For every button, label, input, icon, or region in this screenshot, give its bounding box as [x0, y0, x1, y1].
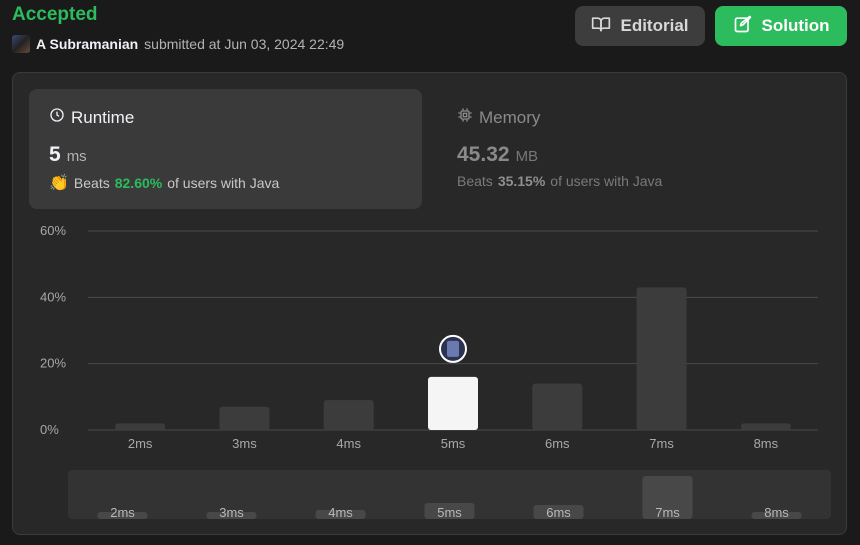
- solution-label: Solution: [761, 16, 830, 35]
- y-tick-label: 40%: [40, 289, 66, 304]
- bar[interactable]: [219, 406, 270, 430]
- username-link[interactable]: A Subramanian: [36, 36, 138, 52]
- status-accepted: Accepted: [12, 4, 98, 25]
- mini-tick-label: 2ms: [110, 505, 135, 520]
- x-tick-label: 6ms: [545, 436, 570, 451]
- chart-svg: 0% 20% 40% 60% 2ms 3ms 4ms 5ms 6ms 7ms 8ms 2ms 3ms 4m…: [40, 223, 831, 520]
- x-tick-label: 5ms: [441, 436, 466, 451]
- bar[interactable]: [532, 383, 583, 430]
- bar[interactable]: [115, 423, 166, 430]
- edit-icon: [733, 14, 753, 39]
- runtime-distribution-chart: 0% 20% 40% 60% 2ms 3ms 4ms 5ms 6ms 7ms 8ms 2ms 3ms 4m…: [13, 73, 848, 536]
- x-tick-label: 2ms: [128, 436, 153, 451]
- bar[interactable]: [740, 423, 791, 430]
- x-tick-label: 4ms: [336, 436, 361, 451]
- x-tick-label: 3ms: [232, 436, 257, 451]
- submission-info: A Subramanian submitted at Jun 03, 2024 …: [12, 35, 344, 53]
- bar[interactable]: [323, 400, 374, 430]
- avatar[interactable]: [12, 35, 30, 53]
- editorial-label: Editorial: [620, 16, 689, 35]
- editorial-button[interactable]: Editorial: [575, 6, 705, 46]
- book-icon: [591, 14, 611, 39]
- y-tick-label: 0%: [40, 422, 59, 437]
- mini-tick-label: 8ms: [764, 505, 789, 520]
- submission-panel: Runtime 5 ms 👏 Beats 82.60% of users wit…: [12, 72, 847, 535]
- bar[interactable]: [636, 287, 687, 430]
- x-tick-label: 8ms: [754, 436, 779, 451]
- mini-tick-label: 5ms: [437, 505, 462, 520]
- mini-tick-label: 3ms: [219, 505, 244, 520]
- mini-tick-label: 6ms: [546, 505, 571, 520]
- y-tick-label: 60%: [40, 223, 66, 238]
- x-tick-label: 7ms: [649, 436, 674, 451]
- bar-selected[interactable]: [428, 376, 478, 430]
- submitted-at-text: submitted at Jun 03, 2024 22:49: [144, 36, 345, 52]
- mini-tick-label: 7ms: [655, 505, 680, 520]
- y-tick-label: 20%: [40, 356, 66, 371]
- avatar-figure: [447, 340, 459, 357]
- solution-button[interactable]: Solution: [715, 6, 847, 46]
- mini-tick-label: 4ms: [328, 505, 353, 520]
